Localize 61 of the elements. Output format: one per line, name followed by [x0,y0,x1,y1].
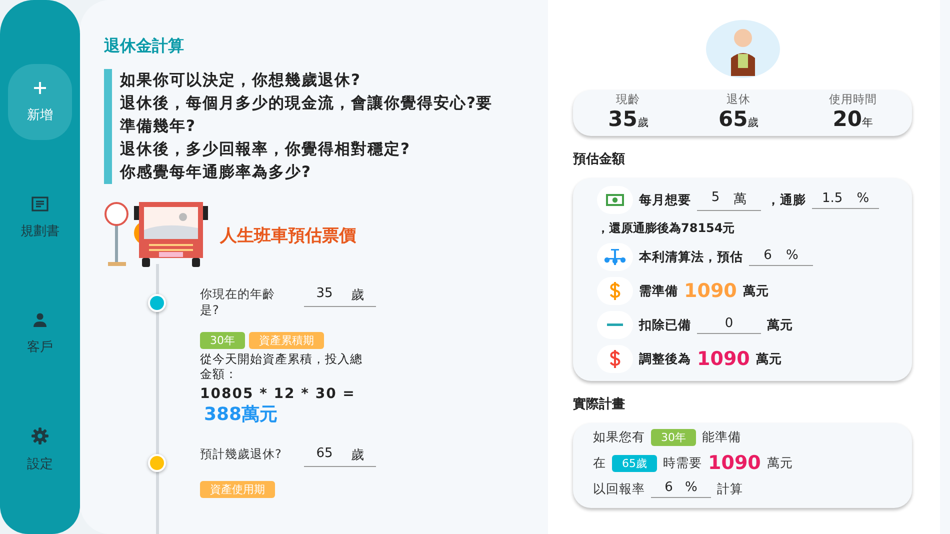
section-heading: 人生班車預估票價 [220,224,356,246]
input-field[interactable]: 6 % [651,480,711,498]
label-text: 需準備 [639,282,678,300]
formula-text: 10805 * 12 * 30 = [200,386,356,402]
section-title: 預估金額 [573,150,626,168]
nav-item[interactable]: 規劃書 [8,180,72,256]
stat-label: 現齡 [616,92,640,107]
label-text: 萬元 [756,350,782,368]
person-icon [32,312,48,328]
label-text: 萬元 [767,316,793,334]
stat-value: 20 [832,107,862,131]
result-note: ，還原通膨後為78154元 [597,220,736,237]
result-amount: 388萬元 [204,403,279,426]
label-text: ，通膨 [767,192,806,208]
input-field[interactable]: 1.5 % [812,191,880,209]
label-text: 萬元 [766,454,793,472]
label-text: 能準備 [702,429,741,446]
amount-value: 1090 [697,348,750,370]
tag: 資產累積期 [249,332,324,349]
question-text: 你感覺每年通膨率為多少? [120,162,312,183]
stat-unit: 歲 [637,116,648,129]
label-text: 如果您有 [593,429,645,446]
stat-value: 35 [608,107,638,131]
amount-value: 1090 [708,452,761,474]
label-text: 每月想要 [639,192,691,208]
label-text: 扣除已備 [639,316,691,334]
label-text: 以回報率 [593,480,645,498]
tag: 65歲 [612,454,657,472]
input-field[interactable]: 65 歲 [304,446,376,467]
question-text: 退休後，多少回報率，你覺得相對穩定? [120,139,411,160]
tag: 30年 [651,429,696,446]
stat-value: 65 [718,107,748,131]
label-text: 萬元 [742,282,769,300]
label-text: 時需要 [663,454,702,472]
input-field[interactable]: 6 % [749,248,813,266]
description-text: 從今天開始資產累積，投入總金額： [200,352,364,382]
page-title: 退休金計算 [104,36,185,57]
section-title: 實際計畫 [573,396,626,413]
plus-icon [32,80,48,96]
question-text: 退休後，每個月多少的現金流，會讓你覺得安心?要準備幾年? [120,93,494,137]
tag: 30年 [200,332,245,349]
settings-icon [31,427,49,445]
input-field[interactable]: 0 [697,316,761,334]
nav-item[interactable]: 客戶 [8,296,72,372]
input-field[interactable]: 35 歲 [304,286,376,307]
question-text: 如果你可以決定，你想幾歲退休? [120,70,362,91]
question-label: 預計幾歲退休? [200,446,283,462]
question-label: 你現在的年齡是? [200,286,276,318]
amount-value: 1090 [684,280,737,302]
document-icon [31,196,49,212]
label-text: 調整後為 [639,350,691,368]
stat-label: 使用時間 [828,92,877,107]
nav-item[interactable]: 設定 [8,412,72,488]
stat-unit: 歲 [748,116,759,129]
tag: 資產使用期 [200,481,275,498]
stat-label: 退休 [726,92,751,107]
label-text: 計算 [717,480,743,498]
stat-unit: 年 [862,116,873,129]
label-text: 在 [593,454,606,472]
input-field[interactable]: 5 萬 [697,190,761,210]
label-text: 本利清算法，預估 [639,248,743,266]
